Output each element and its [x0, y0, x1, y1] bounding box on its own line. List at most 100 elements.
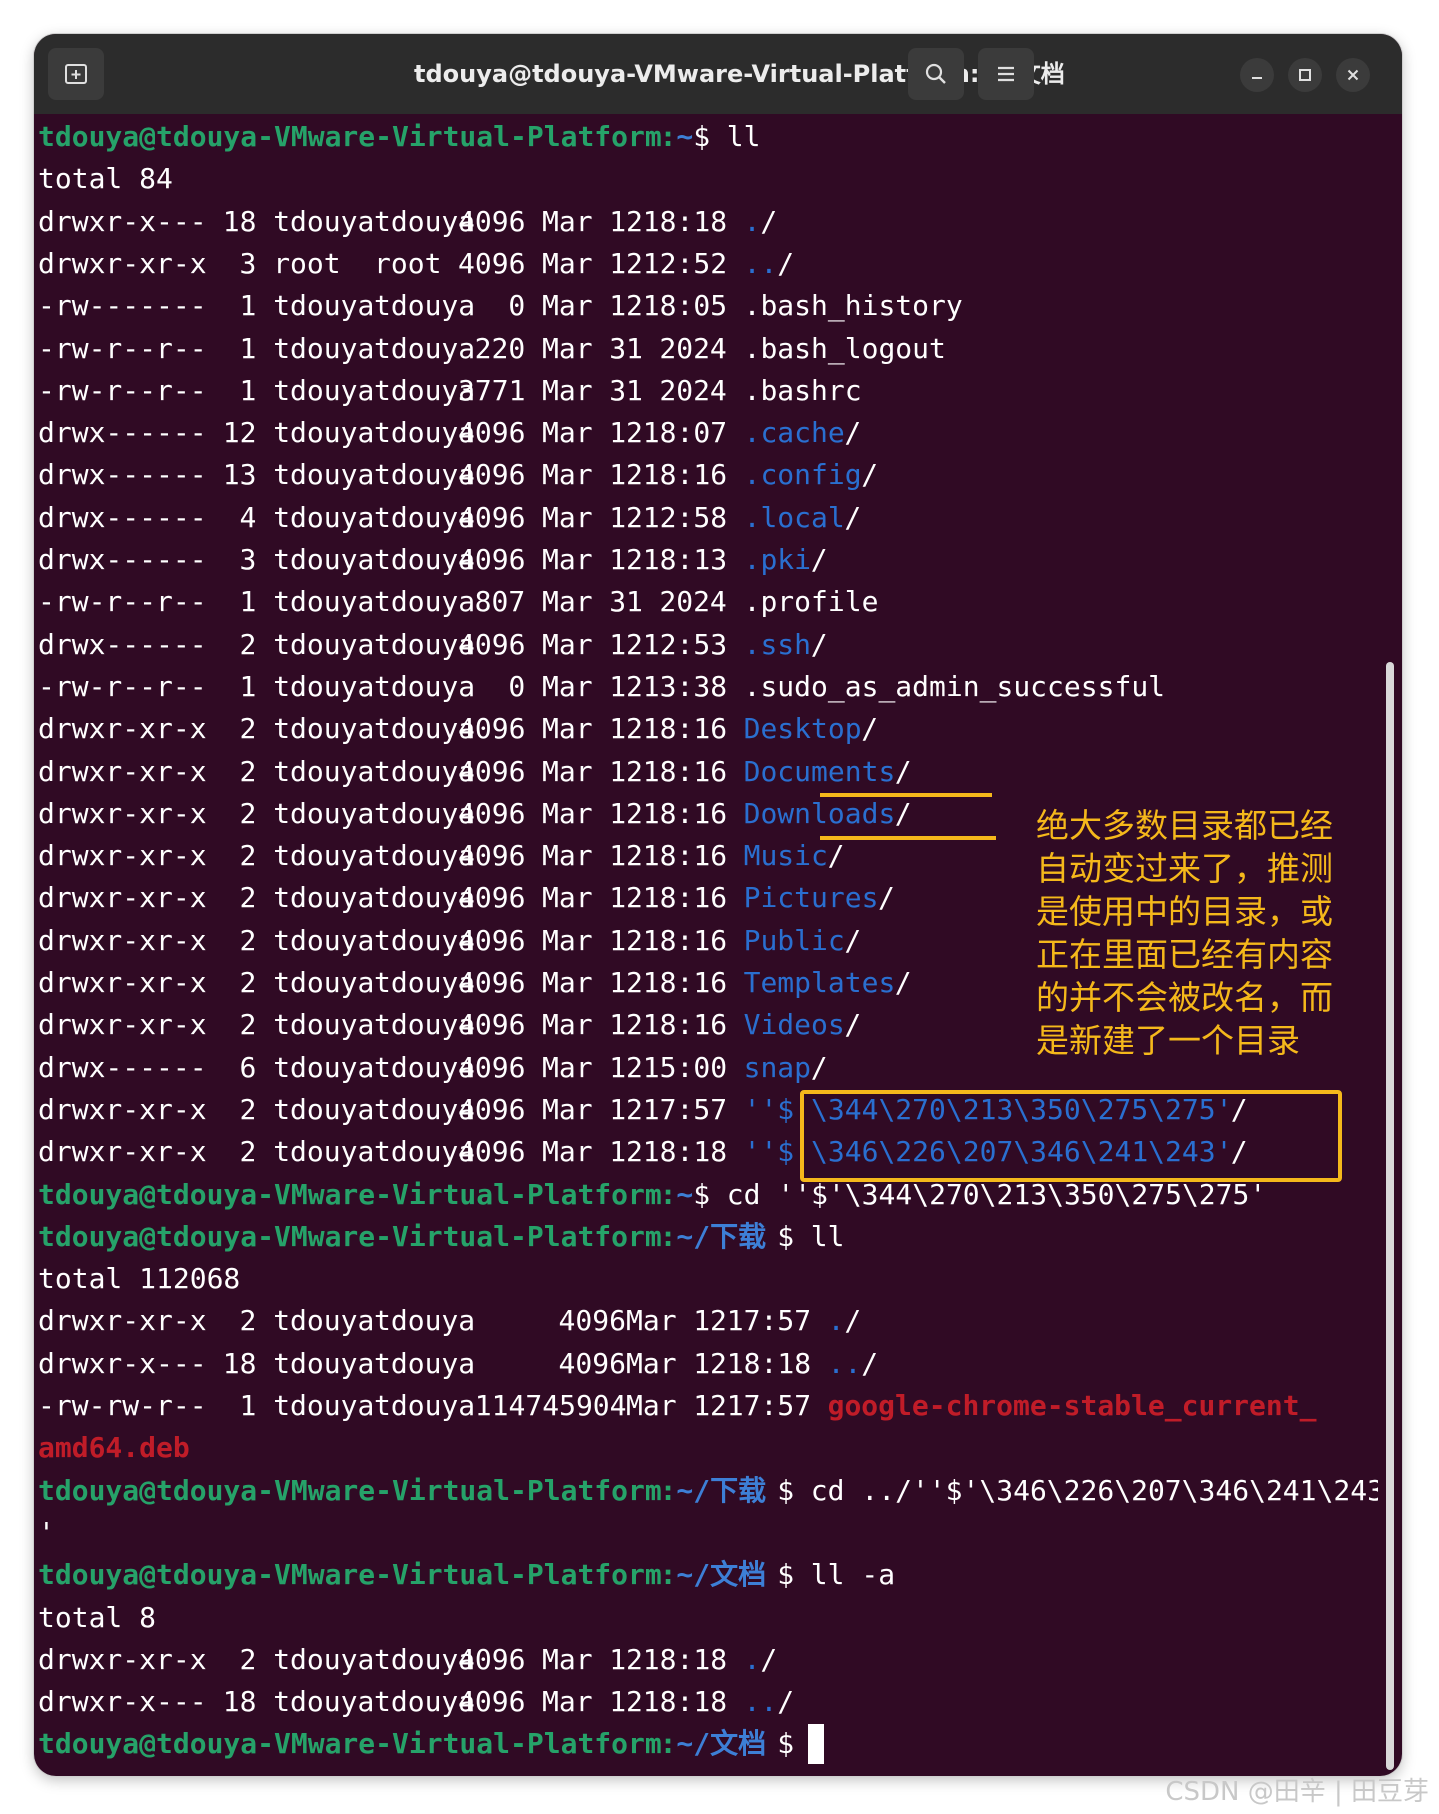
perm: drwxr-xr-x	[38, 1092, 207, 1126]
links: 2	[239, 1304, 257, 1338]
prompt-command: ll	[726, 120, 761, 153]
file-name: snap	[743, 1050, 812, 1084]
month: Mar	[542, 1092, 593, 1126]
prompt-dollar: $	[777, 1727, 795, 1761]
perm: drwxr-xr-x	[38, 1135, 207, 1169]
time: 18:13	[642, 543, 728, 576]
size: 4096	[458, 1135, 526, 1169]
month: Mar	[542, 331, 593, 365]
dir-suffix: /	[810, 1050, 828, 1084]
dir-suffix: /	[894, 966, 912, 999]
dir-suffix: /	[844, 1304, 862, 1338]
time: 15:00	[642, 1050, 728, 1084]
minimize-icon	[1252, 77, 1262, 79]
file-name: .	[827, 1304, 845, 1338]
search-button[interactable]	[908, 48, 964, 100]
owner: tdouya	[273, 1135, 375, 1169]
annotation-line: 的并不会被改名，而	[1036, 978, 1333, 1017]
owner: tdouya	[273, 923, 375, 957]
day: 12	[609, 543, 643, 576]
file-name: .bash_history	[743, 289, 963, 323]
day: 12	[609, 796, 643, 830]
annotation-highlight-box	[800, 1090, 1342, 1182]
file-name: Public	[743, 923, 845, 957]
perm: drwxr-x---	[38, 1685, 207, 1719]
time: 17:57	[642, 1092, 728, 1126]
prompt-colon: :	[659, 1727, 677, 1761]
size: 4096	[458, 754, 526, 788]
perm: drwxr-xr-x	[38, 923, 207, 957]
group: root	[374, 246, 442, 280]
size: 4096	[458, 796, 526, 830]
month: Mar	[542, 1050, 593, 1084]
time: 2024	[659, 331, 727, 365]
close-button[interactable]	[1336, 58, 1370, 92]
owner: tdouya	[273, 1346, 375, 1380]
file-name: Music	[743, 839, 828, 873]
owner: tdouya	[273, 373, 375, 407]
links: 2	[239, 1008, 257, 1042]
time: 18:07	[642, 416, 728, 450]
day: 12	[609, 500, 643, 534]
links: 1	[239, 669, 257, 703]
prompt-dollar: $	[777, 1558, 795, 1592]
prompt-dollar: $	[777, 1473, 795, 1507]
time: 2024	[659, 585, 727, 619]
menu-button[interactable]	[978, 48, 1034, 100]
owner: tdouya	[273, 416, 375, 450]
day: 12	[609, 1685, 643, 1719]
day: 12	[609, 204, 643, 238]
owner: tdouya	[273, 458, 375, 492]
time: 12:53	[642, 627, 728, 661]
day: 12	[609, 1135, 643, 1169]
owner: tdouya	[273, 204, 375, 238]
prompt-path: ~/下载	[676, 1219, 767, 1253]
owner: tdouya	[273, 1685, 375, 1719]
owner: tdouya	[273, 754, 375, 788]
scrollbar-thumb[interactable]	[1386, 662, 1394, 1770]
time: 17:57	[726, 1389, 812, 1422]
day: 12	[609, 627, 643, 661]
prompt-colon: :	[659, 1177, 677, 1211]
file-name: ..	[743, 246, 778, 280]
size: 4096	[458, 627, 526, 661]
size: 4096	[458, 500, 526, 534]
prompt-path: ~/文档	[676, 1727, 767, 1761]
minimize-button[interactable]	[1240, 58, 1274, 92]
owner: tdouya	[273, 543, 375, 576]
day: 12	[609, 1092, 643, 1126]
day: 12	[609, 416, 643, 450]
perm: drwx------	[38, 1050, 207, 1084]
file-name: Videos	[743, 1008, 845, 1042]
dir-suffix: /	[844, 416, 862, 450]
owner: tdouya	[273, 1008, 375, 1042]
owner: tdouya	[273, 289, 375, 323]
size: 4096	[458, 458, 526, 492]
owner: tdouya	[273, 712, 375, 746]
file-name: .pki	[743, 543, 812, 576]
file-name: Downloads	[743, 796, 896, 830]
dir-suffix: /	[777, 1685, 795, 1719]
file-name: .sudo_as_admin_successful	[743, 669, 1166, 703]
prompt-user-host: tdouya@tdouya-VMware-Virtual-Platform	[38, 120, 662, 153]
links: 2	[239, 1092, 257, 1126]
day: 12	[609, 1008, 643, 1042]
perm: -rw-r--r--	[38, 331, 207, 365]
file-name: .ssh	[743, 627, 812, 661]
dir-suffix: /	[760, 204, 778, 238]
time: 18:16	[642, 712, 728, 746]
day: 12	[693, 1389, 727, 1422]
maximize-button[interactable]	[1288, 58, 1322, 92]
time: 18:16	[642, 796, 728, 830]
perm: drwxr-xr-x	[38, 966, 207, 999]
size: 0	[508, 289, 526, 323]
prompt-colon: :	[659, 120, 677, 153]
owner: tdouya	[273, 796, 375, 830]
time: 18:18	[726, 1346, 812, 1380]
search-icon	[925, 63, 946, 84]
month: Mar	[626, 1389, 677, 1422]
day: 12	[693, 1304, 727, 1338]
time: 18:16	[642, 966, 728, 999]
prompt-user-host: tdouya@tdouya-VMware-Virtual-Platform	[38, 1177, 662, 1211]
new-tab-button[interactable]	[48, 48, 104, 100]
